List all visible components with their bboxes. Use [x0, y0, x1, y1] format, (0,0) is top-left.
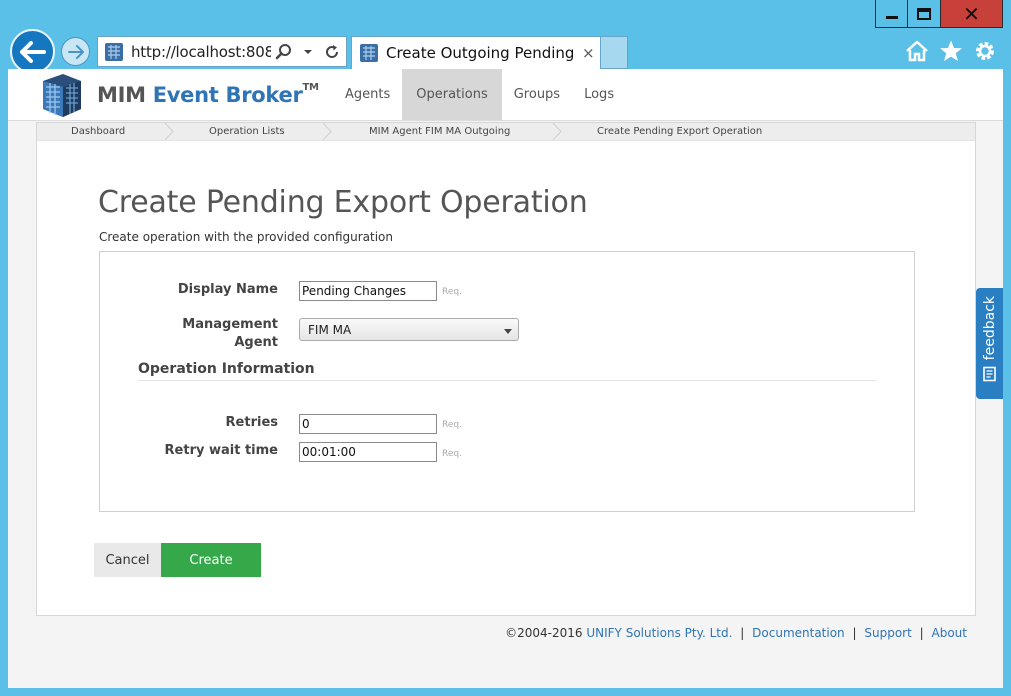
management-agent-label-line2: Agent	[234, 335, 278, 350]
minimize-icon	[885, 16, 898, 19]
app-header: MIM Event BrokerTM Agents Operations Gro…	[8, 69, 1003, 121]
operation-form: Display Name Req. Management Agent FIM M…	[99, 251, 915, 512]
page-viewport: MIM Event BrokerTM Agents Operations Gro…	[8, 69, 1003, 688]
retries-label: Retries	[225, 415, 278, 430]
nav-operations[interactable]: Operations	[402, 69, 502, 120]
browser-toolbar-icons	[904, 38, 997, 63]
breadcrumb-separator-icon	[552, 123, 562, 140]
site-favicon-icon	[105, 42, 123, 61]
retry-wait-time-field[interactable]	[299, 442, 437, 462]
feedback-label: feedback	[981, 296, 998, 361]
forward-button[interactable]	[61, 37, 90, 66]
display-name-req: Req.	[442, 287, 462, 297]
search-icon[interactable]	[273, 41, 295, 63]
breadcrumb-separator-icon	[322, 123, 332, 140]
address-url[interactable]: http://localhost:8080/	[131, 43, 271, 61]
tab-title: Create Outgoing Pending O...	[386, 44, 578, 62]
tab-create-outgoing[interactable]: Create Outgoing Pending O... ×	[351, 36, 601, 69]
footer-separator: |	[740, 626, 745, 640]
footer-about-link[interactable]: About	[932, 626, 967, 640]
nav-logs[interactable]: Logs	[572, 69, 626, 120]
tab-close-icon[interactable]: ×	[582, 44, 595, 62]
retries-field[interactable]	[299, 414, 437, 434]
brand-part2: Event Broker	[152, 83, 303, 107]
minimize-button[interactable]	[875, 0, 908, 28]
management-agent-label-line1: Management	[182, 317, 278, 332]
footer-support-link[interactable]: Support	[864, 626, 911, 640]
feedback-form-icon	[982, 367, 996, 382]
nav-agents[interactable]: Agents	[333, 69, 402, 120]
maximize-icon	[917, 7, 931, 20]
retry-wait-time-req: Req.	[442, 449, 462, 459]
home-icon[interactable]	[904, 38, 929, 63]
brand-trademark: TM	[302, 82, 319, 93]
brand-name[interactable]: MIM Event BrokerTM	[97, 82, 319, 107]
cancel-button[interactable]: Cancel	[94, 543, 161, 577]
footer-copyright: ©2004-2016	[505, 626, 583, 640]
breadcrumb-agent[interactable]: MIM Agent FIM MA Outgoing	[369, 126, 510, 137]
gear-icon[interactable]	[972, 38, 997, 63]
management-agent-selected: FIM MA	[308, 322, 352, 337]
close-icon: ✕	[963, 1, 980, 26]
content-card: Create Pending Export Operation Create o…	[36, 141, 976, 616]
address-bar[interactable]: http://localhost:8080/	[97, 36, 347, 67]
breadcrumb: Dashboard Operation Lists MIM Agent FIM …	[36, 122, 976, 141]
management-agent-select[interactable]: FIM MA	[299, 318, 519, 341]
footer-documentation-link[interactable]: Documentation	[752, 626, 845, 640]
footer-company-link[interactable]: UNIFY Solutions Pty. Ltd.	[586, 626, 732, 640]
feedback-tab[interactable]: feedback	[976, 288, 1003, 399]
footer: ©2004-2016 UNIFY Solutions Pty. Ltd. | D…	[505, 626, 967, 640]
dropdown-arrow-icon[interactable]	[297, 41, 319, 63]
retries-req: Req.	[442, 420, 462, 430]
footer-separator: |	[919, 626, 924, 640]
window-controls: ✕	[875, 0, 1003, 28]
breadcrumb-current: Create Pending Export Operation	[597, 126, 763, 137]
breadcrumb-operation-lists[interactable]: Operation Lists	[209, 126, 285, 137]
create-button[interactable]: Create	[161, 543, 261, 577]
forward-arrow-icon	[67, 44, 84, 59]
brand-part1: MIM	[97, 83, 146, 107]
new-tab-button[interactable]	[601, 36, 628, 69]
maximize-button[interactable]	[908, 0, 941, 28]
back-arrow-icon	[19, 40, 46, 63]
display-name-label: Display Name	[177, 282, 278, 297]
back-button[interactable]	[10, 29, 55, 74]
nav-groups[interactable]: Groups	[502, 69, 572, 120]
breadcrumb-dashboard[interactable]: Dashboard	[71, 126, 125, 137]
tab-favicon-icon	[360, 44, 378, 62]
page-title: Create Pending Export Operation	[98, 185, 588, 220]
logo-icon	[43, 74, 81, 117]
close-window-button[interactable]: ✕	[941, 0, 1003, 28]
refresh-icon[interactable]	[321, 41, 343, 63]
chevron-down-icon	[504, 329, 512, 334]
retry-wait-time-label: Retry wait time	[164, 443, 278, 458]
management-agent-label: Management Agent	[182, 316, 278, 352]
star-icon[interactable]	[938, 38, 963, 63]
page-description: Create operation with the provided confi…	[99, 230, 393, 244]
breadcrumb-separator-icon	[164, 123, 174, 140]
display-name-field[interactable]	[299, 281, 437, 301]
section-divider	[138, 380, 876, 381]
operation-info-heading: Operation Information	[138, 361, 315, 377]
footer-separator: |	[852, 626, 857, 640]
main-nav: Agents Operations Groups Logs	[333, 69, 626, 120]
